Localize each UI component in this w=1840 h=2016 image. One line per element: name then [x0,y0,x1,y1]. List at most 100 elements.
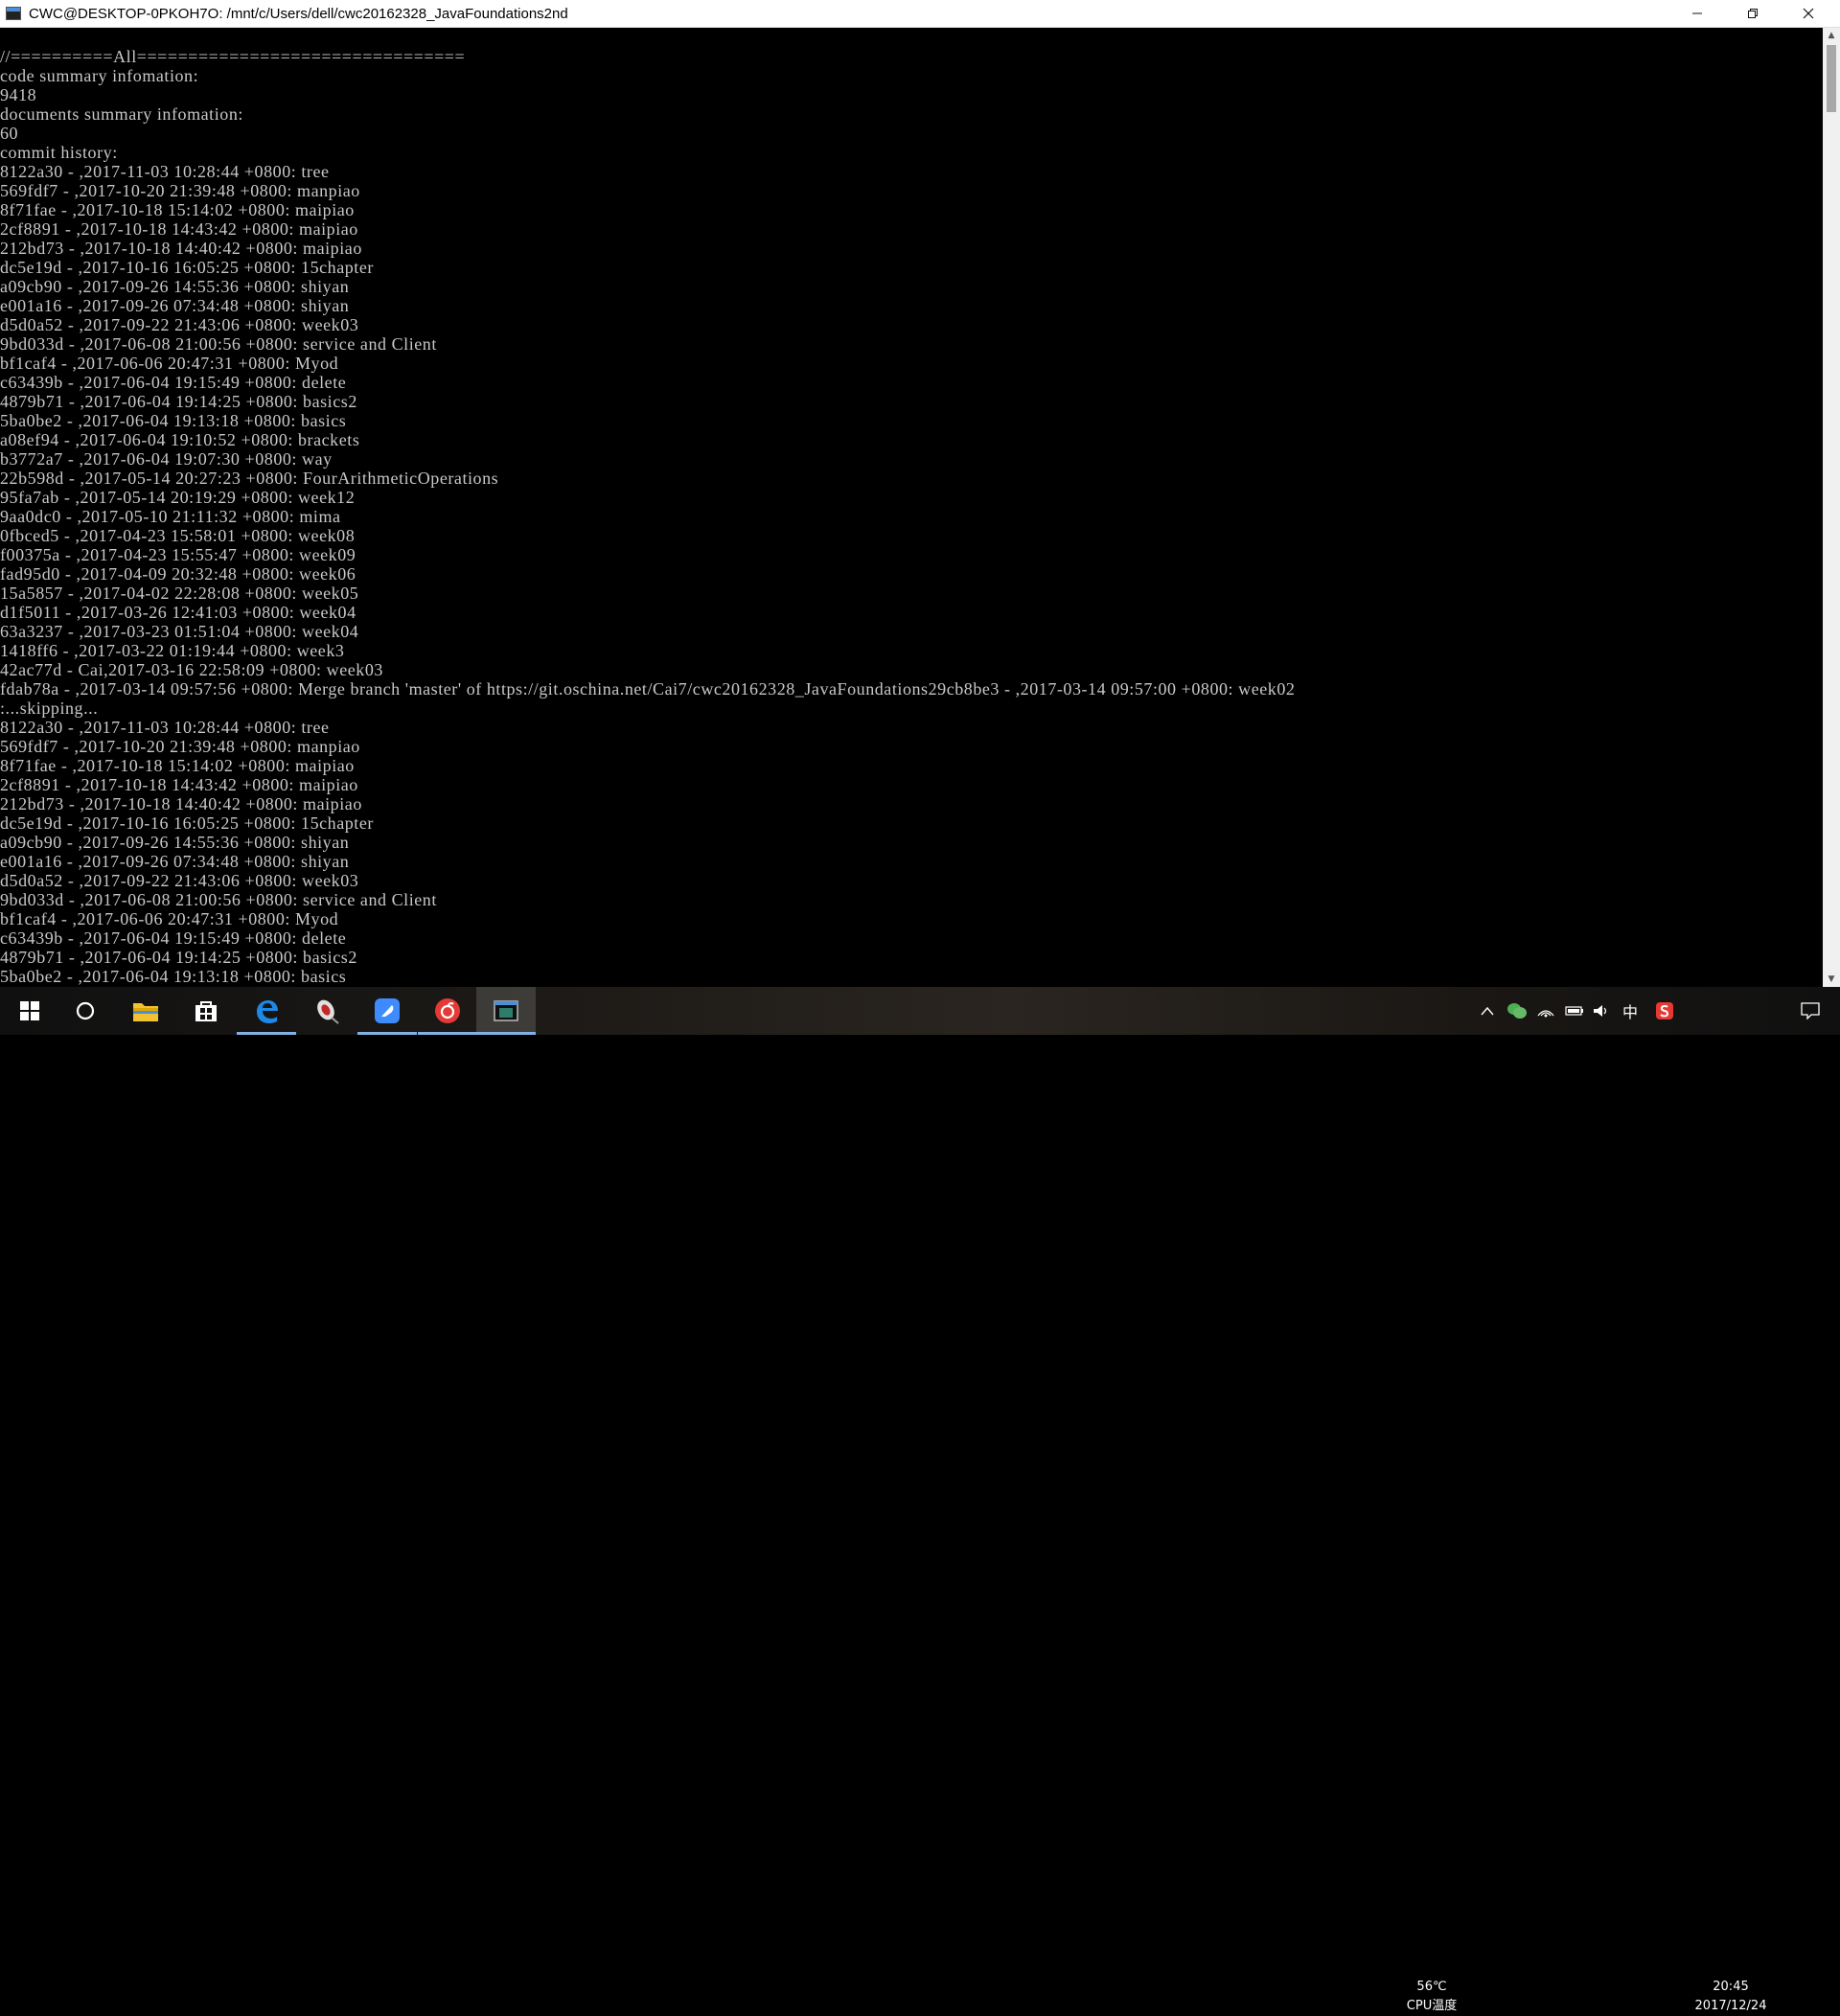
terminal-line: 9bd033d - ,2017-06-08 21:00:56 +0800: se… [0,334,437,354]
terminal-line: 212bd73 - ,2017-10-18 14:40:42 +0800: ma… [0,794,362,813]
close-button[interactable] [1781,0,1836,27]
terminal-window-icon [494,1000,518,1021]
minimize-button[interactable] [1669,0,1725,27]
terminal-line: documents summary infomation: [0,104,243,124]
terminal-line: 4879b71 - ,2017-06-04 19:14:25 +0800: ba… [0,392,357,411]
terminal-app-button[interactable] [476,987,536,1035]
terminal-line: d1f5011 - ,2017-03-26 12:41:03 +0800: we… [0,603,356,622]
terminal-line: commit history: [0,143,118,162]
wechat-tray-button[interactable] [1505,987,1530,1035]
terminal-line: 42ac77d - Cai,2017-03-16 22:58:09 +0800:… [0,660,383,679]
sogou-input-tray-button[interactable] [1652,987,1677,1035]
feather-app-icon [375,998,400,1023]
start-button[interactable] [0,987,59,1035]
cortana-button[interactable] [56,987,115,1035]
terminal-output[interactable]: //==========All=========================… [0,28,1823,986]
terminal-lines: //==========All=========================… [0,47,1823,986]
console-app-icon [6,7,21,20]
cpu-temperature-label: CPU温度 [1406,1999,1458,2013]
scroll-up-arrow-icon[interactable]: ▲ [1823,28,1840,43]
folder-icon [133,1003,158,1021]
file-explorer-button[interactable] [116,987,175,1035]
edge-button[interactable] [237,987,296,1035]
netease-music-button[interactable] [418,987,477,1035]
terminal-line: 95fa7ab - ,2017-05-14 20:19:29 +0800: we… [0,488,356,507]
title-bar[interactable]: CWC@DESKTOP-0PKOH7O: /mnt/c/Users/dell/c… [0,0,1840,28]
terminal-line: f00375a - ,2017-04-23 15:55:47 +0800: we… [0,545,356,564]
terminal-line: 15a5857 - ,2017-04-02 22:28:08 +0800: we… [0,584,359,603]
terminal-line: 4879b71 - ,2017-06-04 19:14:25 +0800: ba… [0,948,357,967]
terminal-line: fad95d0 - ,2017-04-09 20:32:48 +0800: we… [0,564,356,584]
show-hidden-icons-button[interactable] [1476,987,1499,1035]
volume-tray-button[interactable] [1589,987,1614,1035]
terminal-line: c63439b - ,2017-06-04 19:15:49 +0800: de… [0,373,347,392]
store-button[interactable] [176,987,236,1035]
terminal-line: a08ef94 - ,2017-06-04 19:10:52 +0800: br… [0,430,360,449]
terminal-line: 0fbced5 - ,2017-04-23 15:58:01 +0800: we… [0,526,356,545]
terminal-line: a09cb90 - ,2017-09-26 14:55:36 +0800: sh… [0,277,350,296]
restore-icon [1748,9,1758,18]
restore-button[interactable] [1725,0,1781,27]
taskbar: 56℃ CPU温度 中 20:45 2017/12/24 [0,987,1840,2013]
battery-icon [1565,1006,1583,1016]
wechat-icon [1507,1003,1527,1019]
scroll-down-arrow-icon[interactable]: ▼ [1823,972,1840,987]
minimize-icon [1692,12,1702,14]
terminal-line: 5ba0be2 - ,2017-06-04 19:13:18 +0800: ba… [0,967,347,986]
terminal-line: 2cf8891 - ,2017-10-18 14:43:42 +0800: ma… [0,219,358,239]
terminal-line: a09cb90 - ,2017-09-26 14:55:36 +0800: sh… [0,833,350,852]
terminal-line: 22b598d - ,2017-05-14 20:27:23 +0800: Fo… [0,469,499,488]
wifi-tray-button[interactable] [1533,987,1558,1035]
vertical-scrollbar[interactable]: ▲ ▼ [1823,28,1840,987]
terminal-line: //==========All=========================… [0,47,466,66]
cpu-temperature-widget[interactable]: 56℃ CPU温度 [1393,1978,1470,2016]
terminal-line: 569fdf7 - ,2017-10-20 21:39:48 +0800: ma… [0,737,360,756]
terminal-line: 60 [0,124,19,143]
notification-icon [1801,1002,1820,1019]
wifi-icon [1537,1010,1554,1018]
sogou-input-icon [1656,1002,1673,1019]
clock-widget[interactable]: 20:45 2017/12/24 [1683,1978,1779,2016]
terminal-line: 9bd033d - ,2017-06-08 21:00:56 +0800: se… [0,890,437,909]
mouse-app-icon [317,999,339,1024]
windows-logo-icon [20,1001,39,1020]
terminal-line: 63a3237 - ,2017-03-23 01:51:04 +0800: we… [0,622,359,641]
action-center-button[interactable] [1786,987,1834,1035]
store-bag-icon [196,1001,217,1021]
feather-app-button[interactable] [357,987,417,1035]
terminal-line: c63439b - ,2017-06-04 19:15:49 +0800: de… [0,928,347,948]
music-app-icon [435,998,460,1023]
terminal-line: 9aa0dc0 - ,2017-05-10 21:11:32 +0800: mi… [0,507,341,526]
app-mouse-button[interactable] [297,987,356,1035]
terminal-line: 5ba0be2 - ,2017-06-04 19:13:18 +0800: ba… [0,411,347,430]
terminal-line: d5d0a52 - ,2017-09-22 21:43:06 +0800: we… [0,315,359,334]
terminal-line: e001a16 - ,2017-09-26 07:34:48 +0800: sh… [0,296,350,315]
ime-indicator[interactable]: 中 [1618,987,1643,1035]
close-icon [1803,8,1814,19]
terminal-line: 8122a30 - ,2017-11-03 10:28:44 +0800: tr… [0,718,330,737]
window-title: CWC@DESKTOP-0PKOH7O: /mnt/c/Users/dell/c… [29,5,568,22]
terminal-line: bf1caf4 - ,2017-06-06 20:47:31 +0800: My… [0,354,339,373]
speaker-icon [1594,1005,1607,1017]
terminal-line: 212bd73 - ,2017-10-18 14:40:42 +0800: ma… [0,239,362,258]
terminal-line: 8f71fae - ,2017-10-18 15:14:02 +0800: ma… [0,200,355,219]
terminal-line: :...skipping... [0,699,99,718]
terminal-line: 9418 [0,85,37,104]
chevron-up-icon [1481,1006,1494,1016]
battery-tray-button[interactable] [1562,987,1587,1035]
terminal-line: fdab78a - ,2017-03-14 09:57:56 +0800: Me… [0,679,1296,699]
scrollbar-thumb[interactable] [1827,45,1836,112]
terminal-line: 1418ff6 - ,2017-03-22 01:19:44 +0800: we… [0,641,345,660]
terminal-line: 569fdf7 - ,2017-10-20 21:39:48 +0800: ma… [0,181,360,200]
terminal-window: CWC@DESKTOP-0PKOH7O: /mnt/c/Users/dell/c… [0,0,1840,987]
terminal-line: e001a16 - ,2017-09-26 07:34:48 +0800: sh… [0,852,350,871]
terminal-line: 8f71fae - ,2017-10-18 15:14:02 +0800: ma… [0,756,355,775]
cpu-temperature-value: 56℃ [1416,1980,1447,1994]
clock-date: 2017/12/24 [1694,1999,1767,2013]
cortana-circle-icon [76,1001,95,1020]
edge-icon [257,1000,278,1023]
clock-time: 20:45 [1713,1980,1749,1994]
terminal-line: 2cf8891 - ,2017-10-18 14:43:42 +0800: ma… [0,775,358,794]
terminal-line: d5d0a52 - ,2017-09-22 21:43:06 +0800: we… [0,871,359,890]
terminal-line: b3772a7 - ,2017-06-04 19:07:30 +0800: wa… [0,449,333,469]
